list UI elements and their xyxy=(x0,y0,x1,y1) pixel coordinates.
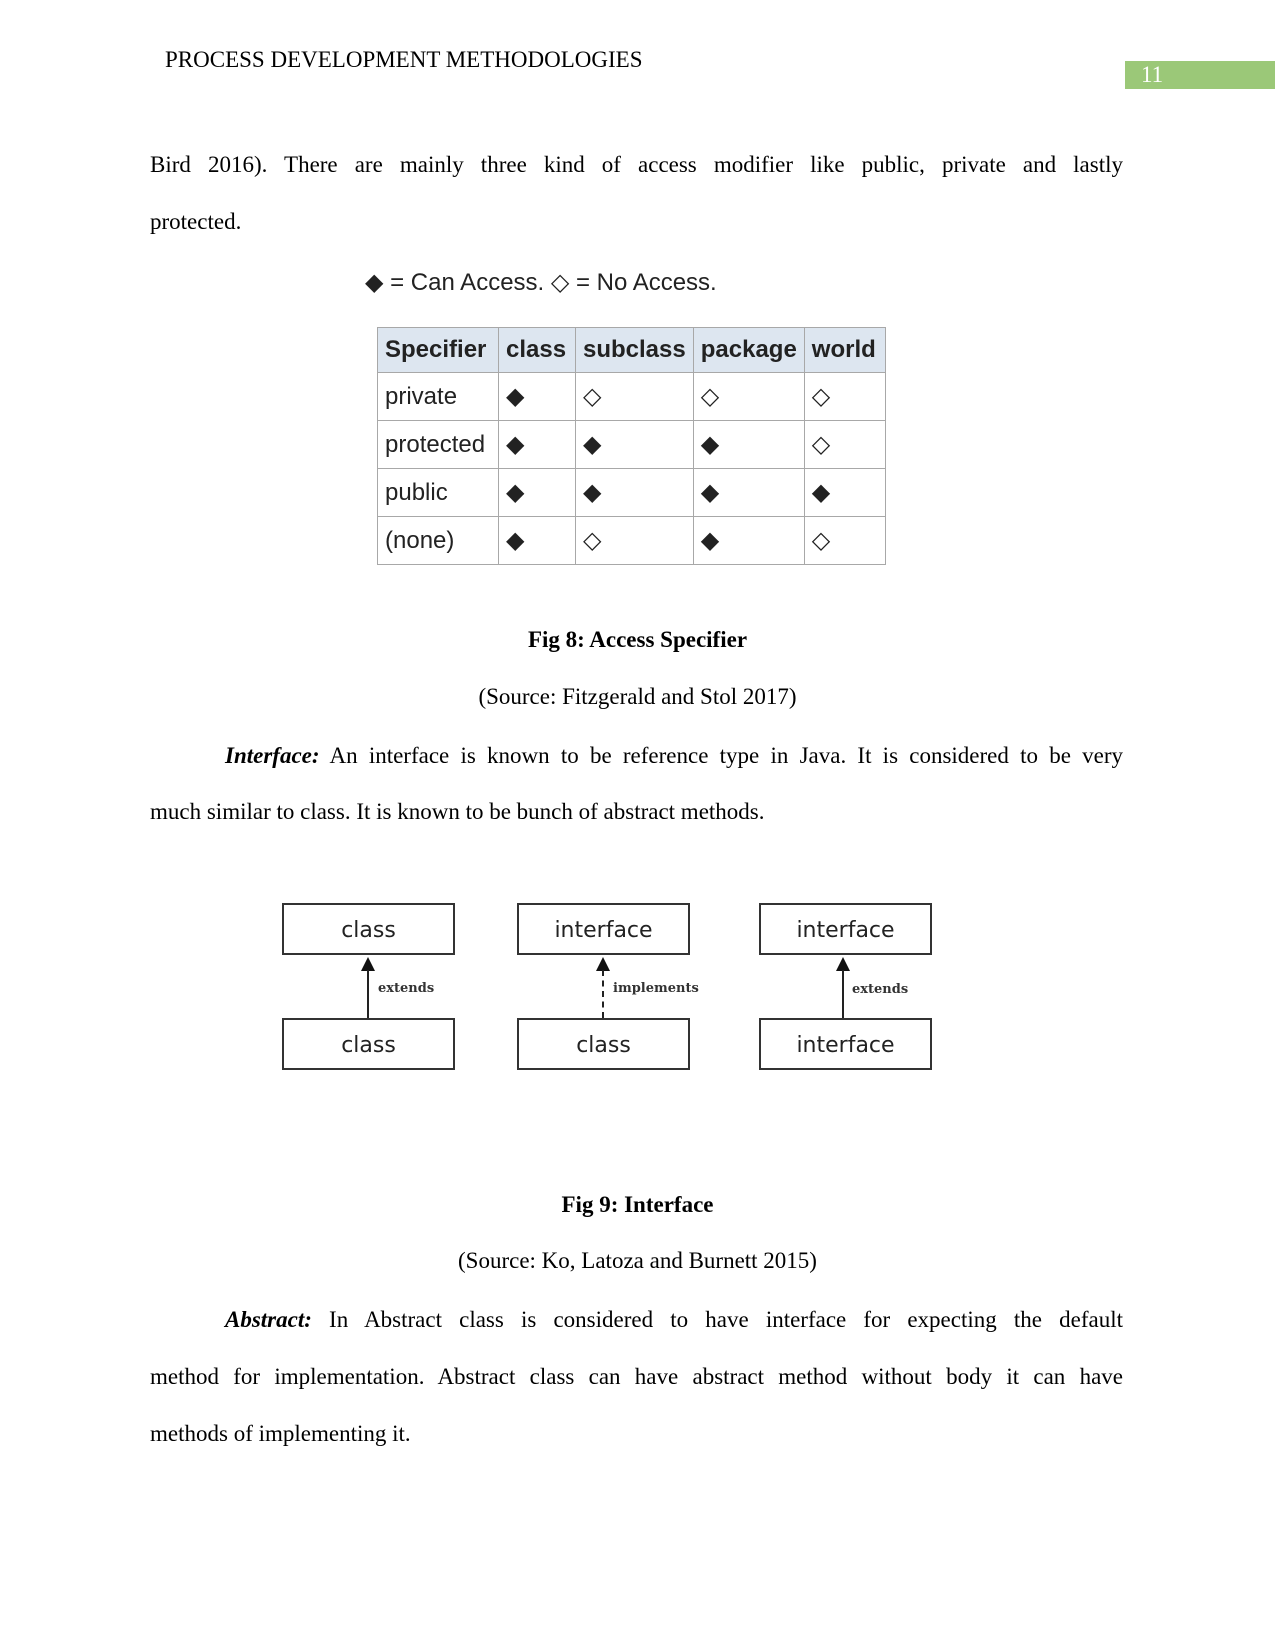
table-cell: ◇ xyxy=(575,516,694,565)
page-number: 11 xyxy=(1125,61,1275,89)
table-cell: ◇ xyxy=(692,372,805,421)
table-cell: ◆ xyxy=(498,468,576,517)
table-cell: ◆ xyxy=(498,516,576,565)
table-cell: ◇ xyxy=(803,420,886,469)
table-cell: ◆ xyxy=(692,468,805,517)
diagram-box: class xyxy=(282,903,455,955)
diagram-box: interface xyxy=(759,1018,932,1070)
relation-label: implements xyxy=(613,981,699,996)
table-cell: ◇ xyxy=(803,372,886,421)
column-header: Specifier xyxy=(377,327,499,373)
table-cell: (none) xyxy=(377,516,499,565)
term: Abstract: xyxy=(225,1307,312,1332)
arrow-line xyxy=(842,970,844,1018)
diagram-box: class xyxy=(517,1018,690,1070)
paragraph-line: Interface: An interface is known to be r… xyxy=(150,742,1123,770)
paragraph-line: much similar to class. It is known to be… xyxy=(150,799,765,824)
relation-label: extends xyxy=(852,982,909,997)
table-cell: ◆ xyxy=(575,420,694,469)
table-row: protected ◆ ◆ ◆ ◇ xyxy=(377,420,886,469)
arrow-line xyxy=(367,970,369,1018)
table-row: private ◆ ◇ ◇ ◇ xyxy=(377,372,886,421)
paragraph-line: methods of implementing it. xyxy=(150,1421,411,1446)
access-specifier-table: Specifier class subclass package world p… xyxy=(377,327,886,565)
paragraph-line: Abstract: In Abstract class is considere… xyxy=(150,1306,1123,1334)
column-header: world xyxy=(803,327,886,373)
table-cell: ◆ xyxy=(692,516,805,565)
table-cell: ◆ xyxy=(498,372,576,421)
column-header: subclass xyxy=(575,327,694,373)
table-cell: private xyxy=(377,372,499,421)
table-cell: ◆ xyxy=(575,468,694,517)
table-cell: ◇ xyxy=(575,372,694,421)
column-header: package xyxy=(692,327,805,373)
figure-source: (Source: Ko, Latoza and Burnett 2015) xyxy=(458,1248,817,1273)
table-row: public ◆ ◆ ◆ ◆ xyxy=(377,468,886,517)
table-cell: public xyxy=(377,468,499,517)
table-cell: ◆ xyxy=(498,420,576,469)
figure-source: (Source: Fitzgerald and Stol 2017) xyxy=(478,684,797,709)
paragraph-text: In Abstract class is considered to have … xyxy=(311,1307,1123,1332)
table-cell: protected xyxy=(377,420,499,469)
running-header: PROCESS DEVELOPMENT METHODOLOGIES xyxy=(165,47,643,72)
relation-label: extends xyxy=(378,981,435,996)
table-cell: ◆ xyxy=(803,468,886,517)
paragraph-line: Bird 2016). There are mainly three kind … xyxy=(150,152,1123,177)
arrow-head-icon xyxy=(836,957,850,971)
table-header-row: Specifier class subclass package world xyxy=(377,327,886,373)
dashed-arrow-line xyxy=(602,970,604,1018)
arrow-head-icon xyxy=(596,957,610,971)
table-cell: ◇ xyxy=(803,516,886,565)
paragraph-line: protected. xyxy=(150,209,242,234)
arrow-head-icon xyxy=(361,957,375,971)
access-legend: ◆ = Can Access. ◇ = No Access. xyxy=(365,269,717,296)
paragraph-line: method for implementation. Abstract clas… xyxy=(150,1364,1123,1389)
diagram-box: interface xyxy=(759,903,932,955)
diagram-box: class xyxy=(282,1018,455,1070)
table-cell: ◆ xyxy=(692,420,805,469)
figure-caption: Fig 8: Access Specifier xyxy=(527,627,748,652)
diagram-box: interface xyxy=(517,903,690,955)
column-header: class xyxy=(498,327,576,373)
term: Interface: xyxy=(225,743,320,768)
figure-caption: Fig 9: Interface xyxy=(561,1192,714,1217)
table-row: (none) ◆ ◇ ◆ ◇ xyxy=(377,516,886,565)
paragraph-text: An interface is known to be reference ty… xyxy=(319,743,1123,768)
